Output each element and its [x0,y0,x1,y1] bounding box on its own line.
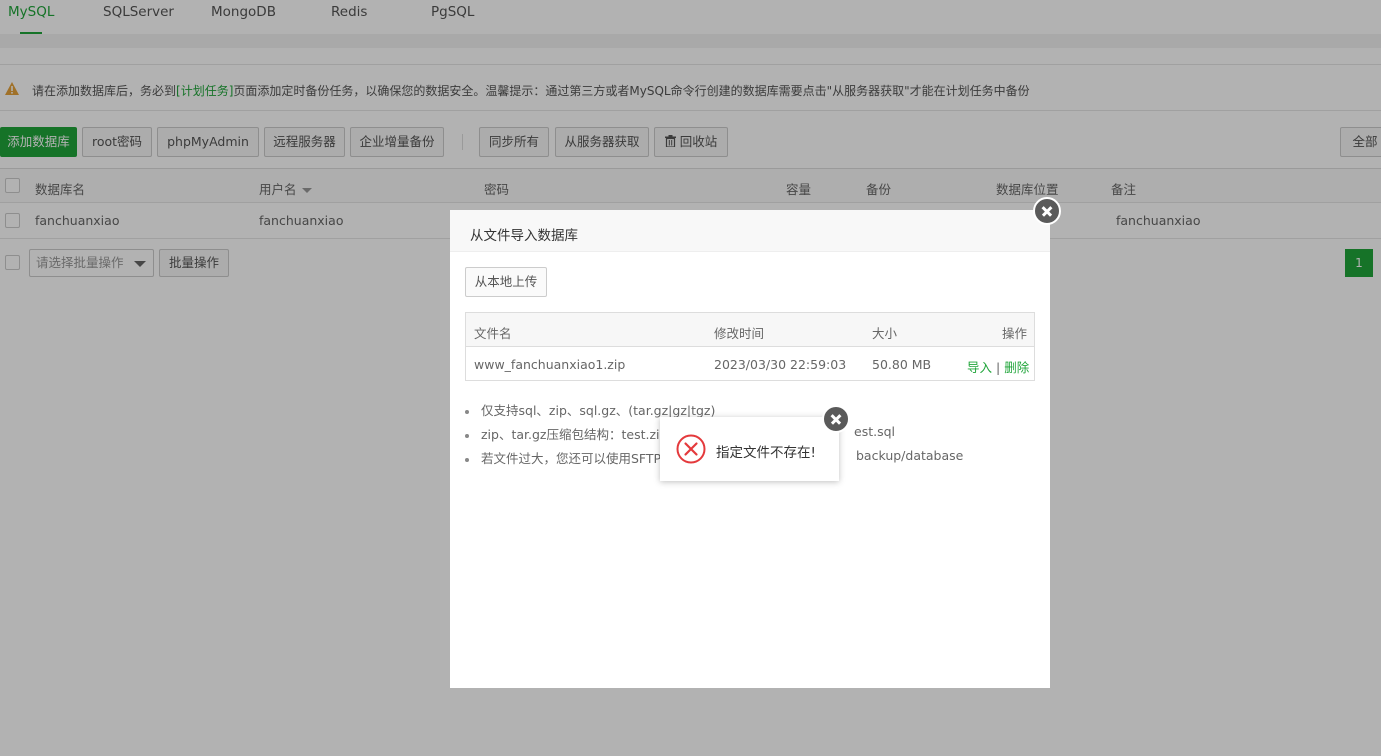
bullet-icon [465,433,469,438]
file-mtime-cell: 2023/03/30 22:59:03 [714,357,847,372]
file-size-cell: 50.80 MB [872,357,932,372]
modal-title: 从文件导入数据库 [470,228,578,244]
delete-link[interactable]: 删除 [1004,360,1029,375]
tip-tail: est.sql [854,424,895,439]
ops-separator: | [996,360,1001,375]
error-alert: 指定文件不存在! [660,417,839,481]
tip-text: zip、tar.gz压缩包结构：test.zip或 [481,427,680,442]
bullet-icon [465,409,469,414]
tip-text: 若文件过大，您还可以使用SFTP工 [481,451,674,466]
tip-text: 仅支持sql、zip、sql.gz、(tar.gz|gz|tgz) [481,403,716,418]
alert-message: 指定文件不存在! [716,445,816,461]
col-size: 大小 [872,326,898,341]
error-circle-icon [676,434,706,464]
tip-tail: backup/database [856,448,964,463]
col-file-name: 文件名 [474,326,512,341]
modal-header: 从文件导入数据库 [450,210,1050,252]
file-ops-cell: 导入 | 删除 [967,357,1029,376]
tip-item: 若文件过大，您还可以使用SFTP工 [465,448,674,467]
file-row: www_fanchuanxiao1.zip 2023/03/30 22:59:0… [466,347,1034,380]
tip-item: zip、tar.gz压缩包结构：test.zip或 [465,424,680,443]
import-link[interactable]: 导入 [967,360,992,375]
alert-close-icon[interactable] [822,405,850,433]
bullet-icon [465,457,469,462]
file-table: 文件名 修改时间 大小 操作 www_fanchuanxiao1.zip 202… [465,312,1035,381]
file-name-cell: www_fanchuanxiao1.zip [474,357,626,372]
modal-close-icon[interactable] [1033,197,1061,225]
file-table-header: 文件名 修改时间 大小 操作 [466,313,1034,347]
upload-local-button[interactable]: 从本地上传 [465,267,547,297]
col-mtime: 修改时间 [714,326,765,341]
col-ops: 操作 [1002,326,1028,341]
